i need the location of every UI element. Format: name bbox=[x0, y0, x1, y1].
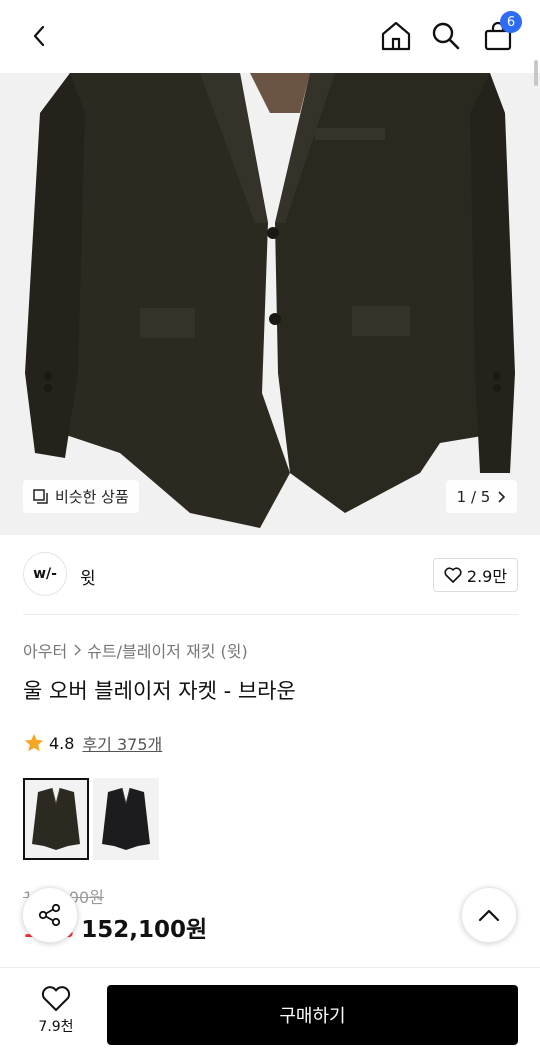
share-icon bbox=[38, 903, 61, 927]
brand-row[interactable]: w/- 윗 2.9만 bbox=[23, 552, 518, 598]
color-option-black[interactable] bbox=[93, 778, 159, 860]
reviews-link[interactable]: 후기 375개 bbox=[82, 731, 162, 755]
top-app-bar: 6 bbox=[0, 0, 540, 73]
search-icon bbox=[432, 22, 460, 50]
product-title: 울 오버 블레이저 자켓 - 브라운 bbox=[23, 679, 296, 703]
scrollbar[interactable] bbox=[534, 60, 538, 86]
buy-button[interactable]: 구매하기 bbox=[107, 985, 518, 1045]
color-option-brown[interactable] bbox=[23, 778, 89, 860]
bottom-action-bar: 7.9천 구매하기 bbox=[0, 967, 540, 1062]
image-pager-text: 1 / 5 bbox=[456, 487, 491, 506]
cart-count-badge: 6 bbox=[500, 11, 522, 33]
scroll-top-button[interactable] bbox=[461, 887, 517, 943]
wishlist-button[interactable]: 7.9천 bbox=[26, 986, 86, 1046]
back-button[interactable] bbox=[18, 14, 62, 58]
rating-row: 4.8 후기 375개 bbox=[23, 731, 162, 755]
chevron-up-icon bbox=[478, 909, 500, 922]
chevron-right-icon bbox=[74, 644, 82, 656]
star-icon bbox=[24, 733, 44, 752]
breadcrumb: 아우터 슈트/블레이저 재킷 (윗) bbox=[23, 638, 248, 662]
back-arrow-icon bbox=[33, 25, 45, 47]
similar-products-button[interactable]: 비슷한 상품 bbox=[23, 480, 139, 513]
color-options bbox=[23, 778, 159, 860]
wishlist-count: 7.9천 bbox=[38, 1019, 74, 1035]
rating-score: 4.8 bbox=[49, 733, 75, 753]
brand-name[interactable]: 윗 bbox=[80, 564, 96, 589]
home-button[interactable] bbox=[374, 14, 418, 58]
brand-like-button[interactable]: 2.9만 bbox=[433, 558, 518, 592]
image-pager-button[interactable]: 1 / 5 bbox=[446, 480, 517, 513]
breadcrumb-item[interactable]: 슈트/블레이저 재킷 (윗) bbox=[87, 638, 248, 662]
similar-products-label: 비슷한 상품 bbox=[55, 488, 129, 506]
product-photo-jacket bbox=[0, 73, 540, 535]
cart-button[interactable]: 6 bbox=[476, 11, 522, 58]
heart-icon bbox=[41, 986, 71, 1011]
chevron-right-icon bbox=[498, 490, 506, 503]
share-button[interactable] bbox=[22, 887, 78, 943]
divider bbox=[23, 614, 518, 615]
sale-price: 152,100원 bbox=[81, 917, 208, 943]
search-button[interactable] bbox=[424, 14, 468, 58]
similar-items-icon bbox=[33, 488, 48, 504]
thumbnail-jacket-black bbox=[102, 787, 150, 850]
product-image-carousel[interactable] bbox=[0, 73, 540, 535]
heart-icon bbox=[444, 567, 462, 583]
breadcrumb-item[interactable]: 아우터 bbox=[23, 638, 67, 662]
home-icon bbox=[381, 21, 411, 51]
brand-logo[interactable]: w/- bbox=[23, 552, 67, 596]
brand-like-count: 2.9만 bbox=[466, 567, 508, 586]
thumbnail-jacket-brown bbox=[32, 787, 80, 850]
